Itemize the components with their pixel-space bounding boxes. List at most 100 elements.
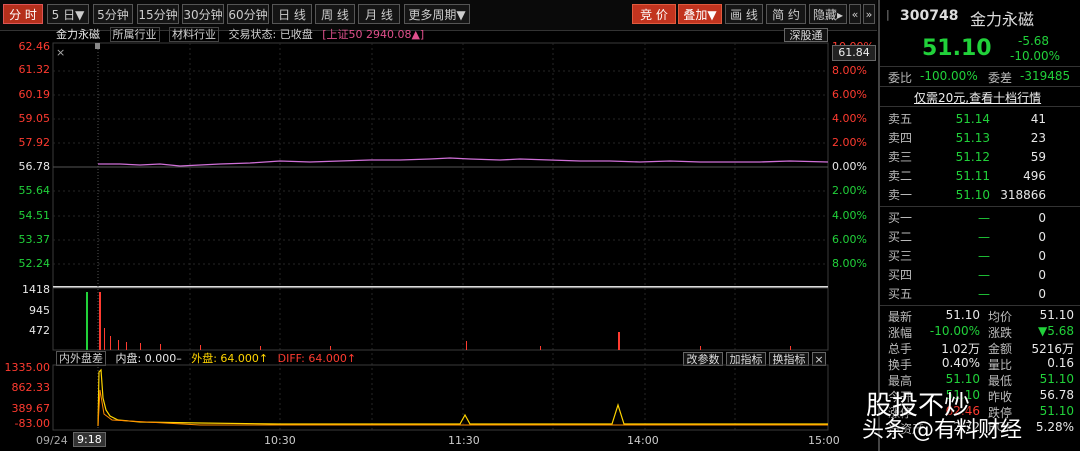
prev-arrow-button[interactable]: « xyxy=(849,4,861,24)
stat-value: 0.16 xyxy=(1047,356,1074,370)
ask-volume: 318866 xyxy=(1000,188,1046,202)
bid-volume: 0 xyxy=(1038,230,1046,244)
volume-bar xyxy=(200,345,201,350)
stock-code: 300748 xyxy=(900,8,959,24)
bid-price: — xyxy=(978,249,990,263)
ask-price: 51.13 xyxy=(955,131,990,145)
price-change-pct: -10.00% xyxy=(1010,49,1061,63)
bid-row: 买五 — 0 xyxy=(888,285,1074,304)
tab-intraday[interactable]: 分 时 xyxy=(3,4,43,24)
overlay-dropdown[interactable]: 叠加▼ xyxy=(678,4,722,24)
stat-value: 51.10 xyxy=(945,308,980,322)
ask-row: 卖一 51.10 318866 xyxy=(888,186,1074,205)
tab-60min[interactable]: 60分钟 xyxy=(227,4,269,24)
bid-row: 买一 — 0 xyxy=(888,209,1074,228)
stat-label: 昨收 xyxy=(988,390,1013,404)
ask-price: 51.14 xyxy=(955,112,990,126)
stat-value: 5216万 xyxy=(1031,342,1074,356)
cursor-handle[interactable] xyxy=(95,43,100,49)
bid-label: 买一 xyxy=(888,211,913,225)
stat-value: -10.00% xyxy=(929,324,980,338)
stock-name: 金力永磁 xyxy=(970,10,1035,29)
volume-panel-frame xyxy=(52,287,829,351)
more-periods-dropdown[interactable]: 更多周期▼ xyxy=(404,4,470,24)
stat-value: 0.40% xyxy=(941,356,980,370)
stat-row: 涨幅 -10.00% 涨跌 ▼5.68 xyxy=(888,324,1074,341)
draw-line-button[interactable]: 画 线 xyxy=(725,4,763,24)
weicha-value: -319485 xyxy=(1020,69,1071,83)
auction-button[interactable]: 竞 价 xyxy=(632,4,676,24)
bid-price: — xyxy=(978,211,990,225)
stat-row: 最新 51.10 均价 51.10 xyxy=(888,308,1074,325)
next-arrow-button[interactable]: » xyxy=(863,4,875,24)
bid-volume: 0 xyxy=(1038,287,1046,301)
stat-value: 56.78 xyxy=(1039,388,1074,402)
volume-bar xyxy=(790,346,791,350)
ask-row: 卖三 51.12 59 xyxy=(888,148,1074,167)
tab-monthly[interactable]: 月 线 xyxy=(358,4,400,24)
stat-value: 5.28% xyxy=(1035,420,1074,434)
volume-bar xyxy=(118,340,119,350)
tab-30min[interactable]: 30分钟 xyxy=(182,4,224,24)
stat-value: 51.10 xyxy=(1039,372,1074,386)
weicha-label: 委差 xyxy=(988,71,1013,85)
ask-label: 卖三 xyxy=(888,150,913,164)
simple-mode-button[interactable]: 简 约 xyxy=(766,4,806,24)
volume-bar xyxy=(700,346,701,350)
quote-panel: | 300748 金力永磁 51.10 -5.68 -10.00% 委比 -10… xyxy=(878,0,1080,451)
bid-row: 买二 — 0 xyxy=(888,228,1074,247)
ask-row: 卖五 51.14 41 xyxy=(888,110,1074,129)
stat-label: 均价 xyxy=(988,310,1013,324)
tab-5day[interactable]: 5 日▼ xyxy=(47,4,89,24)
bid-row: 买三 — 0 xyxy=(888,247,1074,266)
divider xyxy=(880,206,1080,207)
weibi-value: -100.00% xyxy=(920,69,978,83)
last-price: 51.10 xyxy=(922,36,992,61)
volume-bar xyxy=(86,292,88,350)
bid-volume: 0 xyxy=(1038,249,1046,263)
tab-5min[interactable]: 5分钟 xyxy=(93,4,133,24)
volume-bar xyxy=(126,342,127,350)
volume-bar xyxy=(330,346,331,350)
divider xyxy=(880,305,1080,306)
ask-label: 卖一 xyxy=(888,188,913,202)
bid-price: — xyxy=(978,268,990,282)
stat-value: 1.02万 xyxy=(941,342,980,356)
watermark-brand: 头条 xyxy=(862,418,907,443)
stat-label: 最低 xyxy=(988,374,1013,388)
bid-price: — xyxy=(978,230,990,244)
ask-row: 卖四 51.13 23 xyxy=(888,129,1074,148)
stat-label: 总手 xyxy=(888,342,913,356)
ask-volume: 41 xyxy=(1030,112,1046,126)
price-grid xyxy=(53,43,828,430)
level2-promo-link[interactable]: 仅需20元,查看十档行情 xyxy=(914,89,1041,106)
bid-label: 买三 xyxy=(888,249,913,263)
divider xyxy=(880,66,1080,67)
tab-weekly[interactable]: 周 线 xyxy=(315,4,355,24)
stat-label: 涨幅 xyxy=(888,326,913,340)
ask-volume: 59 xyxy=(1030,150,1046,164)
bid-price: — xyxy=(978,287,990,301)
tab-15min[interactable]: 15分钟 xyxy=(137,4,179,24)
chart-graphics[interactable] xyxy=(0,30,877,451)
hide-button[interactable]: 隐藏▸ xyxy=(809,4,847,24)
weibi-label: 委比 xyxy=(888,71,913,85)
stat-label: 最新 xyxy=(888,310,913,324)
volume-bar xyxy=(140,343,141,350)
collapse-arrow-icon[interactable]: | xyxy=(886,8,890,21)
divider xyxy=(880,106,1080,107)
bid-row: 买四 — 0 xyxy=(888,266,1074,285)
ask-volume: 496 xyxy=(1023,169,1046,183)
stat-label: 量比 xyxy=(988,358,1013,372)
bid-label: 买二 xyxy=(888,230,913,244)
volume-bar xyxy=(110,336,111,350)
watermark-handle: @有料财经 xyxy=(912,418,1023,443)
tab-daily[interactable]: 日 线 xyxy=(272,4,312,24)
volume-bar xyxy=(466,341,467,350)
stat-label: 换手 xyxy=(888,358,913,372)
stat-label: 涨跌 xyxy=(988,326,1013,340)
stat-value: 51.10 xyxy=(1039,308,1074,322)
ask-volume: 23 xyxy=(1030,131,1046,145)
volume-bar xyxy=(104,328,105,350)
price-change: -5.68 xyxy=(1018,34,1050,48)
